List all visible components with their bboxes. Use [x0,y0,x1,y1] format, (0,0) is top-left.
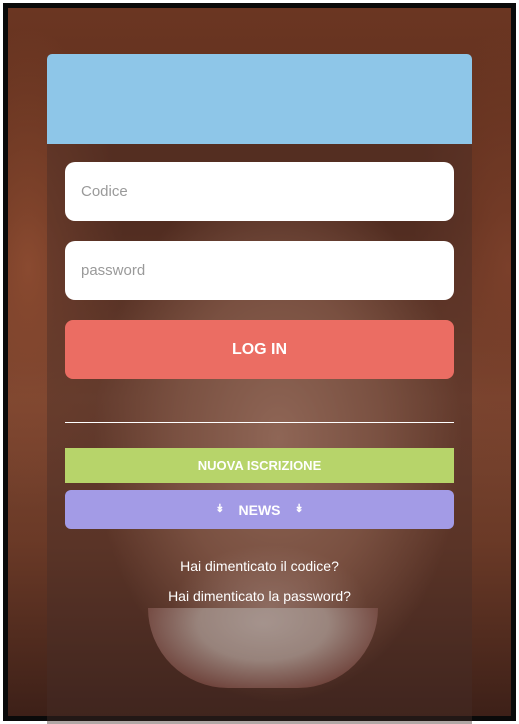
chevron-down-double-icon: ↡ [294,503,304,515]
login-panel: LOG IN NUOVA ISCRIZIONE ↡ NEWS ↡ Hai dim… [47,54,472,724]
panel-header [47,54,472,144]
forgot-code-link[interactable]: Hai dimenticato il codice? [47,558,472,574]
chevron-down-double-icon: ↡ [215,503,225,515]
new-registration-button[interactable]: NUOVA ISCRIZIONE [65,448,454,483]
login-button[interactable]: LOG IN [65,320,454,379]
password-input[interactable] [65,241,454,300]
code-input[interactable] [65,162,454,221]
login-button-label: LOG IN [231,340,288,358]
news-button[interactable]: ↡ NEWS ↡ [65,490,454,529]
new-registration-label: NUOVA ISCRIZIONE [197,458,322,473]
forgot-password-link[interactable]: Hai dimenticato la password? [47,588,472,604]
divider [65,422,454,423]
news-label: NEWS [238,501,281,518]
